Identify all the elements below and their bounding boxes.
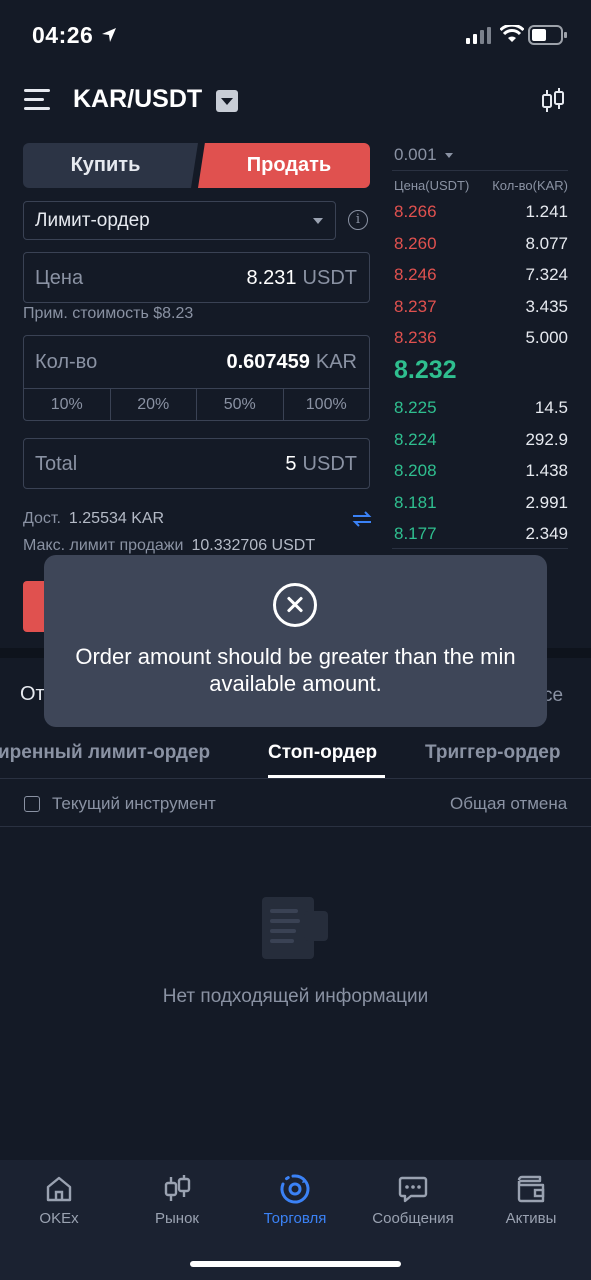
candlestick-chart-icon[interactable] xyxy=(539,87,567,115)
bid-row[interactable]: 8.224 292.9 xyxy=(394,430,568,450)
candles-icon xyxy=(164,1175,191,1201)
quantity-value: 0.607459 xyxy=(226,351,310,373)
quantity-label: Кол-во xyxy=(35,351,98,373)
order-book-header: Цена(USDT) Кол-во(KAR) xyxy=(394,178,568,193)
percent-10-button[interactable]: 10% xyxy=(24,389,111,421)
filter-row: Текущий инструмент Общая отмена xyxy=(0,792,591,818)
toast-message: Order amount should be greater than the … xyxy=(75,644,516,696)
empty-state-text: Нет подходящей информации xyxy=(162,986,429,1007)
order-type-value: Лимит-ордер xyxy=(35,210,150,231)
open-orders-heading[interactable]: От xyxy=(20,683,45,706)
error-toast: Order amount should be greater than the … xyxy=(44,555,547,727)
chat-icon xyxy=(398,1176,428,1203)
nav-item-messages[interactable]: Сообщения xyxy=(354,1160,472,1240)
location-arrow-icon xyxy=(102,28,116,42)
pair-dropdown-icon[interactable] xyxy=(216,90,238,112)
ask-row[interactable]: 8.236 5.000 xyxy=(394,328,568,348)
current-instrument-label[interactable]: Текущий инструмент xyxy=(52,794,216,814)
wallet-icon xyxy=(517,1175,545,1203)
ask-row[interactable]: 8.260 8.077 xyxy=(394,234,568,254)
divider xyxy=(0,826,591,827)
trade-icon xyxy=(280,1174,310,1204)
order-type-select[interactable]: Лимит-ордер xyxy=(23,201,336,240)
last-price[interactable]: 8.232 xyxy=(394,356,457,385)
close-circle-icon xyxy=(273,583,317,627)
signal-icon xyxy=(466,27,491,44)
bid-row[interactable]: 8.225 14.5 xyxy=(394,398,568,418)
available-balance: Дост. 1.25534 KAR xyxy=(23,510,165,527)
menu-icon[interactable] xyxy=(24,89,50,111)
nav-item-okex[interactable]: OKEx xyxy=(0,1160,118,1240)
status-bar: 04:26 xyxy=(0,0,591,70)
nav-item-trade[interactable]: Торговля xyxy=(236,1160,354,1240)
nav-label: Торговля xyxy=(263,1210,327,1227)
nav-label: Рынок xyxy=(155,1210,199,1227)
total-input[interactable]: Total 5 USDT xyxy=(23,438,370,489)
ask-row[interactable]: 8.237 3.435 xyxy=(394,297,568,317)
divider xyxy=(392,170,568,171)
nav-item-market[interactable]: Рынок xyxy=(118,1160,236,1240)
percent-50-button[interactable]: 50% xyxy=(197,389,284,421)
home-icon xyxy=(46,1176,72,1202)
empty-document-icon xyxy=(262,897,328,959)
percent-20-button[interactable]: 20% xyxy=(111,389,197,421)
sell-tab[interactable]: Продать xyxy=(198,143,370,188)
status-time: 04:26 xyxy=(32,22,94,48)
pair-title[interactable]: KAR/USDT xyxy=(73,85,202,114)
quantity-input[interactable]: Кол-во 0.607459 KAR 10% 20% 50% 100% xyxy=(23,335,370,421)
bid-row[interactable]: 8.208 1.438 xyxy=(394,461,568,481)
total-unit: USDT xyxy=(302,453,357,475)
current-instrument-checkbox[interactable] xyxy=(24,796,40,812)
max-sell-limit: Макс. лимит продажи 10.332706 USDT xyxy=(23,537,316,554)
tab-stop-order[interactable]: Стоп-ордер xyxy=(268,742,377,764)
tab-trigger-order[interactable]: Триггер-ордер xyxy=(425,742,560,764)
wifi-icon xyxy=(500,25,524,42)
info-icon[interactable]: i xyxy=(348,210,368,230)
price-column-header: Цена(USDT) xyxy=(394,178,470,193)
approx-value: Прим. стоимость $8.23 xyxy=(23,305,194,322)
total-label: Total xyxy=(35,453,78,475)
price-unit: USDT xyxy=(302,267,357,289)
percent-selector: 10% 20% 50% 100% xyxy=(24,388,369,421)
price-value: 8.231 xyxy=(246,267,297,289)
bid-row[interactable]: 8.177 2.349 xyxy=(394,524,568,544)
buy-tab[interactable]: Купить xyxy=(23,143,198,188)
price-input[interactable]: Цена 8.231 USDT xyxy=(23,252,370,303)
order-tabs: иренный лимит-ордер Стоп-ордер Триггер-о… xyxy=(0,742,591,778)
nav-label: Активы xyxy=(505,1210,557,1227)
chevron-down-icon xyxy=(313,218,323,224)
percent-100-button[interactable]: 100% xyxy=(284,389,370,421)
swap-icon[interactable] xyxy=(352,510,372,528)
nav-item-assets[interactable]: Активы xyxy=(472,1160,590,1240)
quantity-unit: KAR xyxy=(315,351,357,373)
bid-row[interactable]: 8.181 2.991 xyxy=(394,493,568,513)
cancel-all-button[interactable]: Общая отмена xyxy=(450,794,567,814)
divider xyxy=(0,778,591,779)
tab-advanced-limit[interactable]: иренный лимит-ордер xyxy=(0,742,210,764)
ask-row[interactable]: 8.266 1.241 xyxy=(394,202,568,222)
header: KAR/USDT xyxy=(0,76,591,124)
home-indicator[interactable] xyxy=(190,1261,401,1267)
battery-icon xyxy=(528,25,567,45)
price-label: Цена xyxy=(35,267,84,289)
ask-row[interactable]: 8.246 7.324 xyxy=(394,265,568,285)
nav-label: OKEx xyxy=(39,1210,79,1227)
divider xyxy=(392,548,568,549)
depth-step-select[interactable]: 0.001 xyxy=(394,145,453,165)
chevron-down-icon xyxy=(444,153,453,159)
quantity-column-header: Кол-во(KAR) xyxy=(492,178,568,193)
nav-label: Сообщения xyxy=(372,1210,454,1227)
total-value: 5 xyxy=(285,453,297,475)
